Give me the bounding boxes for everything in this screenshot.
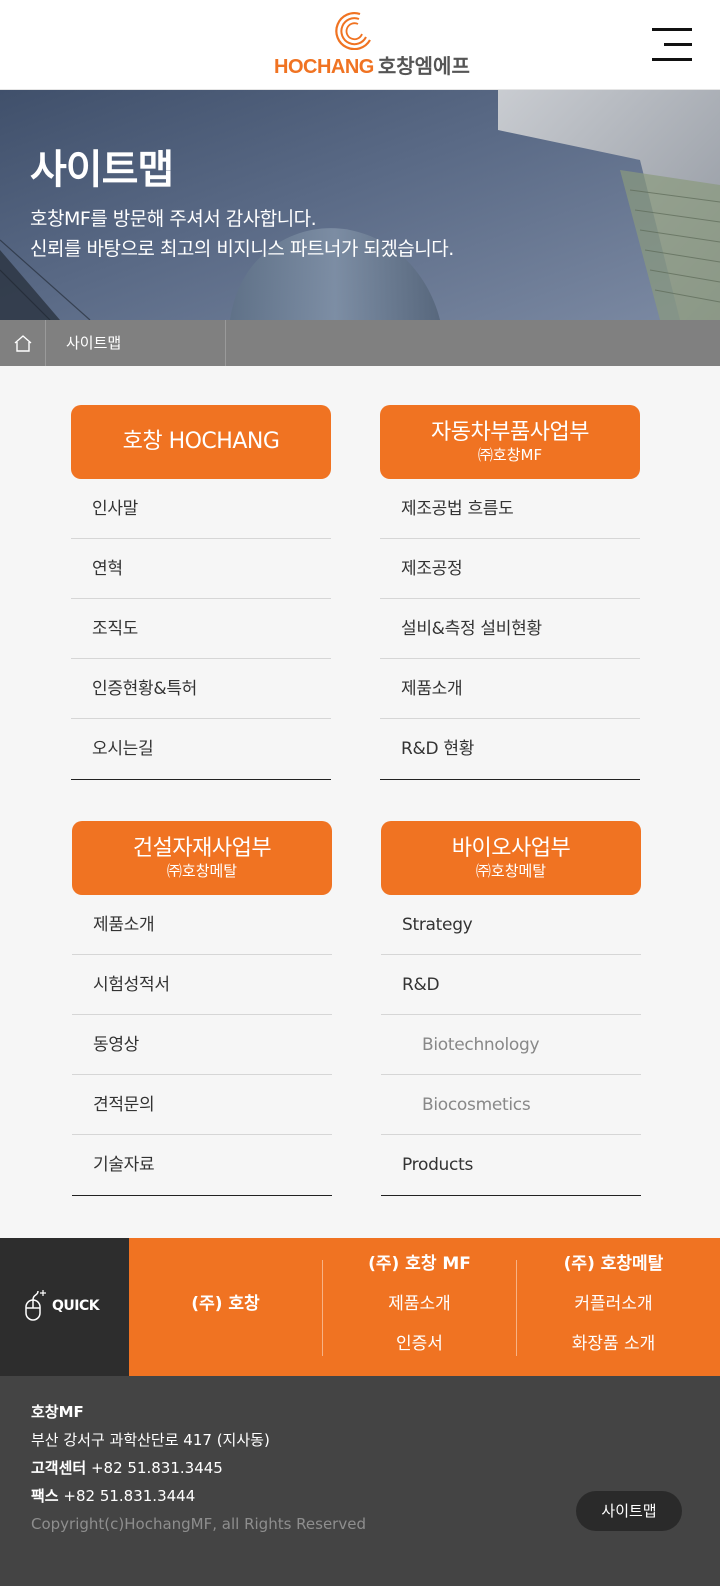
logo-text-en: HOCHANG [274,56,374,78]
sitemap-link[interactable]: 인사말 [71,479,331,539]
footer-company: 호창MF [31,1403,84,1421]
group-links: 인사말 연혁 조직도 인증현황&특허 오시는길 [71,479,331,780]
sitemap-link[interactable]: 제품소개 [380,659,640,719]
group-title: 건설자재사업부 [132,836,272,861]
hero-desc-line-2: 신뢰를 바탕으로 최고의 비지니스 파트너가 되겠습니다. [30,238,454,260]
footer-fax: 팩스 +82 51.831.3444 [31,1486,195,1506]
quick-menu-label[interactable]: QUICK [0,1238,129,1376]
sitemap-link[interactable]: R&D [381,955,641,1015]
group-title: 바이오사업부 [451,836,571,861]
sitemap-link[interactable]: 조직도 [71,599,331,659]
sitemap-link[interactable]: 인증현황&특허 [71,659,331,719]
sitemap-link[interactable]: 제조공정 [380,539,640,599]
site-footer: 호창MF 부산 강서구 과학산단로 417 (지사동) 고객센터 +82 51.… [0,1376,720,1586]
quick-link-certificates[interactable]: 인증서 [323,1334,516,1354]
group-header[interactable]: 바이오사업부 ㈜호창메탈 [381,821,641,895]
group-links: 제조공법 흐름도 제조공정 설비&측정 설비현황 제품소개 R&D 현황 [380,479,640,780]
quick-col-hochang-mf: (주) 호창 MF 제품소개 인증서 [323,1238,516,1376]
sitemap-link[interactable]: 연혁 [71,539,331,599]
group-subtitle: ㈜호창메탈 [475,862,547,880]
logo[interactable]: HOCHANG 호창엠에프 [274,10,470,80]
footer-cs-label: 고객센터 [31,1459,87,1477]
quick-link-products[interactable]: 제품소개 [323,1294,516,1314]
footer-address: 부산 강서구 과학산단로 417 (지사동) [31,1431,270,1449]
sitemap-group-hochang: 호창 HOCHANG 인사말 연혁 조직도 인증현황&특허 오시는길 [71,405,331,780]
group-title: 자동차부품사업부 [431,420,589,445]
footer-copyright: Copyright(c)HochangMF, all Rights Reserv… [31,1515,366,1533]
sitemap-link[interactable]: 오시는길 [71,719,331,779]
quick-link-hochang-mf[interactable]: (주) 호창 MF [323,1254,516,1274]
group-title: 호창 HOCHANG [122,429,280,454]
quick-col-hochang-metal: (주) 호창메탈 커플러소개 화장품 소개 [517,1238,710,1376]
footer-cs-phone: +82 51.831.3445 [90,1459,223,1477]
group-subtitle: ㈜호창MF [477,446,543,464]
breadcrumb: 사이트맵 [0,320,720,366]
hamburger-menu-icon[interactable] [650,26,692,64]
sitemap-sublink[interactable]: Biocosmetics [381,1075,641,1135]
sitemap-link[interactable]: 동영상 [72,1015,332,1075]
sitemap-link[interactable]: 설비&측정 설비현황 [380,599,640,659]
group-header[interactable]: 건설자재사업부 ㈜호창메탈 [72,821,332,895]
sitemap-group-construction: 건설자재사업부 ㈜호창메탈 제품소개 시험성적서 동영상 견적문의 기술자료 [72,821,332,1196]
site-header: HOCHANG 호창엠에프 [0,0,720,90]
sitemap-sublink[interactable]: Biotechnology [381,1015,641,1075]
footer-cs: 고객센터 +82 51.831.3445 [31,1458,223,1478]
quick-link-hochang-metal[interactable]: (주) 호창메탈 [517,1254,710,1274]
logo-mark-icon [335,12,371,50]
home-icon[interactable] [0,320,46,366]
footer-fax-label: 팩스 [31,1487,59,1505]
sitemap-button[interactable]: 사이트맵 [576,1491,682,1531]
quick-col-hochang: (주) 호창 [129,1238,322,1376]
sitemap-link[interactable]: Products [381,1135,641,1195]
sitemap-group-auto-parts: 자동차부품사업부 ㈜호창MF 제조공법 흐름도 제조공정 설비&측정 설비현황 … [380,405,640,780]
hero-desc-line-1: 호창MF를 방문해 주셔서 감사합니다. [30,208,317,230]
group-header[interactable]: 호창 HOCHANG [71,405,331,479]
logo-text-ko: 호창엠에프 [377,54,470,78]
quick-link-coupler[interactable]: 커플러소개 [517,1294,710,1314]
sitemap-link[interactable]: 제품소개 [72,895,332,955]
mouse-click-icon [25,1290,46,1321]
group-links: Strategy R&D Biotechnology Biocosmetics … [381,895,641,1196]
hero-description: 호창MF를 방문해 주셔서 감사합니다. 신뢰를 바탕으로 최고의 비지니스 파… [30,204,454,264]
sitemap-link[interactable]: 제조공법 흐름도 [380,479,640,539]
group-links: 제품소개 시험성적서 동영상 견적문의 기술자료 [72,895,332,1196]
sitemap-group-bio: 바이오사업부 ㈜호창메탈 Strategy R&D Biotechnology … [381,821,641,1196]
sitemap-link[interactable]: 견적문의 [72,1075,332,1135]
hero-banner: 사이트맵 호창MF를 방문해 주셔서 감사합니다. 신뢰를 바탕으로 최고의 비… [0,90,720,320]
group-subtitle: ㈜호창메탈 [166,862,238,880]
sitemap-link[interactable]: Strategy [381,895,641,955]
footer-fax-phone: +82 51.831.3444 [63,1487,196,1505]
group-header[interactable]: 자동차부품사업부 ㈜호창MF [380,405,640,479]
page-title: 사이트맵 [30,147,174,193]
sitemap-link[interactable]: 시험성적서 [72,955,332,1015]
quick-link-hochang[interactable]: (주) 호창 [129,1294,322,1314]
breadcrumb-current[interactable]: 사이트맵 [46,320,226,366]
quick-label-text: QUICK [52,1298,100,1314]
sitemap-link[interactable]: 기술자료 [72,1135,332,1195]
quick-link-cosmetics[interactable]: 화장품 소개 [517,1334,710,1354]
sitemap-link[interactable]: R&D 현황 [380,719,640,779]
quick-menu: QUICK (주) 호창 (주) 호창 MF 제품소개 인증서 (주) 호창메탈… [0,1238,720,1376]
